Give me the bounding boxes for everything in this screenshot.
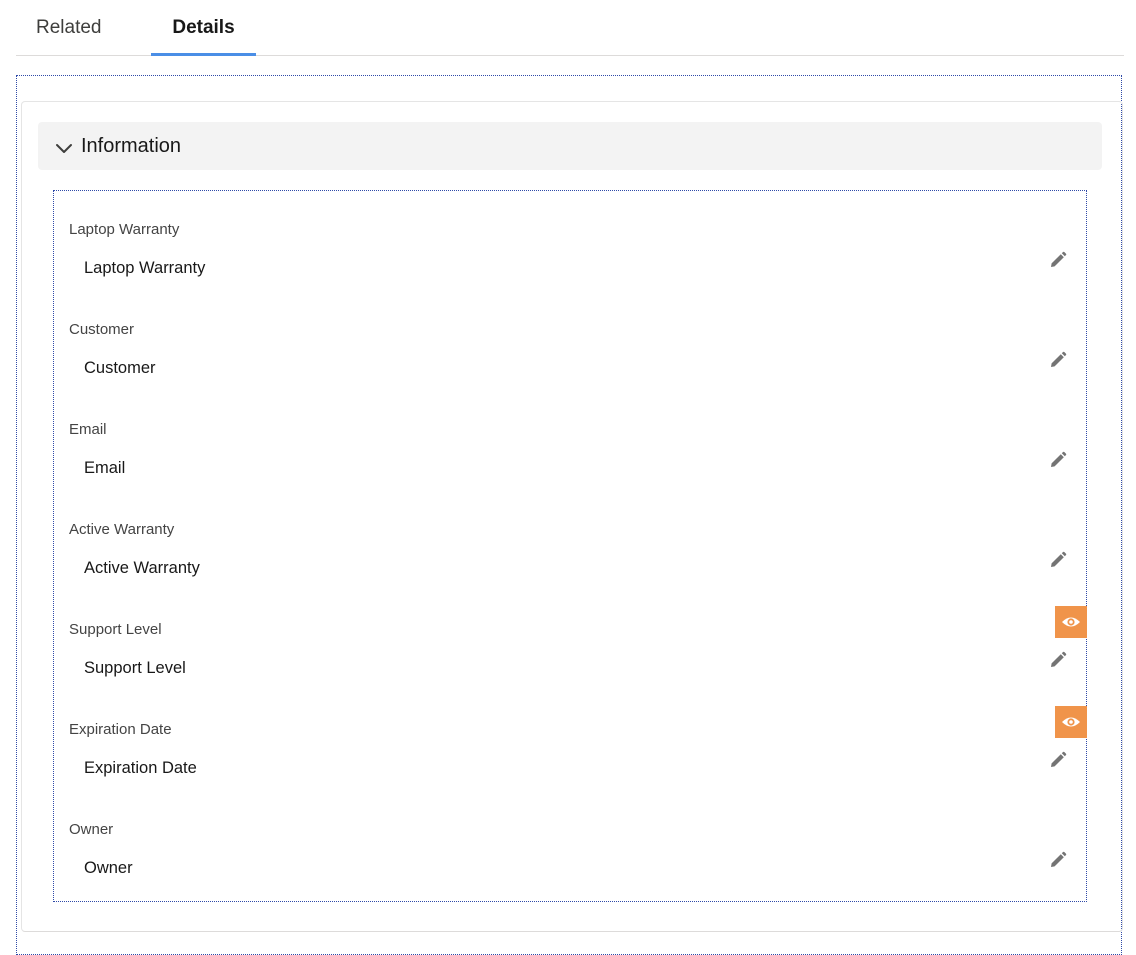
pencil-icon[interactable] [1048,850,1068,870]
field-label: Customer [69,321,135,338]
field-label: Owner [69,821,114,838]
chevron-down-icon [56,144,72,153]
field-support-level: Support Level Support Level [54,591,1088,691]
field-value: Active Warranty [84,559,200,577]
pencil-icon[interactable] [1048,550,1068,570]
field-value: Email [84,459,126,477]
field-label: Active Warranty [69,521,175,538]
field-value: Support Level [84,659,186,677]
pencil-icon[interactable] [1048,350,1068,370]
field-customer: Customer Customer [54,291,1088,391]
field-value: Expiration Date [84,759,197,777]
section-title: Information [81,135,182,157]
eye-icon [1062,617,1080,627]
tab-bar: Related Details [16,0,1124,56]
tab-details[interactable]: Details [151,0,256,56]
pencil-icon[interactable] [1048,750,1068,770]
pencil-icon[interactable] [1048,450,1068,470]
field-active-warranty: Active Warranty Active Warranty [54,491,1088,591]
field-label: Support Level [69,621,162,638]
field-owner: Owner Owner [54,791,1088,891]
field-list: Laptop Warranty Laptop Warranty Customer… [53,190,1087,902]
field-label: Laptop Warranty [69,221,180,238]
eye-icon [1062,717,1080,727]
visibility-toggle-button[interactable] [1055,606,1087,638]
field-value: Customer [84,359,156,377]
field-label: Email [69,421,107,438]
field-expiration-date: Expiration Date Expiration Date [54,691,1088,791]
field-laptop-warranty: Laptop Warranty Laptop Warranty [54,191,1088,291]
visibility-toggle-button[interactable] [1055,706,1087,738]
tab-related[interactable]: Related [36,0,102,55]
pencil-icon[interactable] [1048,650,1068,670]
field-email: Email Email [54,391,1088,491]
field-label: Expiration Date [69,721,172,738]
section-header-information[interactable]: Information [38,122,1102,170]
field-value: Laptop Warranty [84,259,206,277]
field-value: Owner [84,859,133,877]
pencil-icon[interactable] [1048,250,1068,270]
